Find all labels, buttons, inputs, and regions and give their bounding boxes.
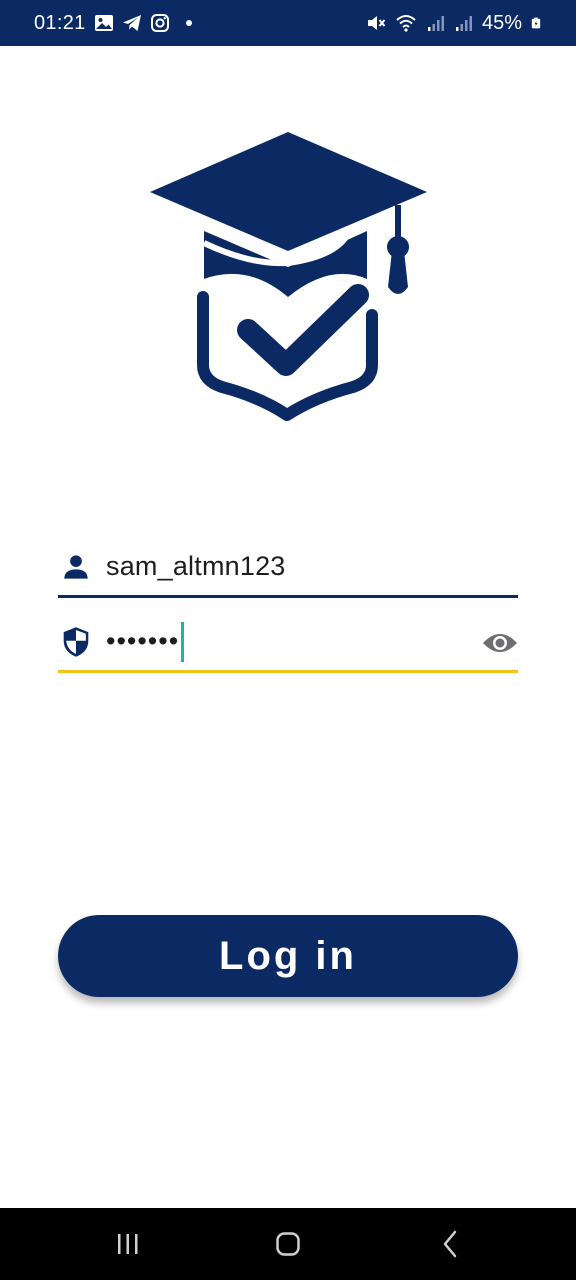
instagram-icon <box>150 14 169 32</box>
username-value: sam_altmn123 <box>106 551 286 581</box>
status-time: 01:21 <box>34 11 86 34</box>
status-bar: 01:21 45% <box>0 0 576 46</box>
gallery-icon <box>94 15 113 31</box>
telegram-icon <box>122 15 141 31</box>
notification-dot <box>185 20 192 26</box>
battery-percent: 45% <box>481 11 522 34</box>
home-icon[interactable] <box>248 1208 328 1280</box>
password-input[interactable]: ••••••• <box>106 621 185 662</box>
back-icon[interactable] <box>410 1208 490 1280</box>
graduation-cap-check-icon <box>150 132 427 421</box>
status-bar-right: 45% <box>366 12 542 35</box>
text-cursor <box>181 621 185 662</box>
wifi-icon <box>396 15 416 32</box>
password-field[interactable]: ••••••• <box>58 613 518 673</box>
navigation-bar <box>0 1208 576 1280</box>
username-field[interactable]: sam_altmn123 <box>58 538 518 598</box>
status-bar-left: 01:21 <box>34 12 192 35</box>
shield-icon <box>58 624 94 660</box>
signal-icon <box>455 16 472 31</box>
battery-icon <box>531 17 541 29</box>
signal-icon <box>427 16 444 31</box>
password-value: ••••••• <box>106 626 180 656</box>
login-button[interactable]: Log in <box>58 915 518 997</box>
eye-icon[interactable] <box>482 625 518 661</box>
person-icon <box>58 549 94 585</box>
recents-icon[interactable] <box>88 1208 168 1280</box>
mute-icon <box>367 16 386 30</box>
